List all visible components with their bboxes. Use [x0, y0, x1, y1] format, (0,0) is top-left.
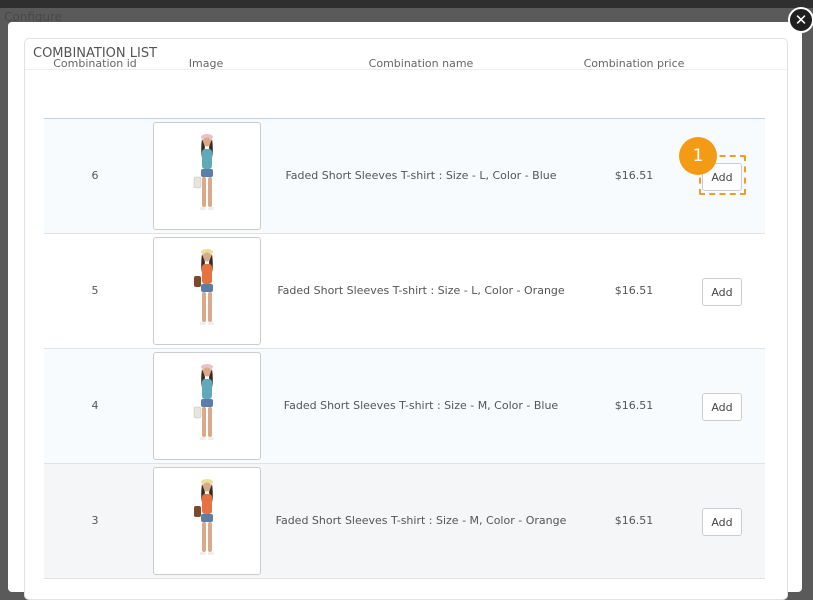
combination-price: $16.51	[614, 169, 654, 182]
step-badge: 1	[679, 137, 717, 175]
column-header-id: Combination id	[53, 57, 137, 70]
table-row: 6 Faded Short Sleeves T-shirt : Size - L…	[44, 119, 765, 234]
background-top-bar	[0, 0, 813, 8]
model-photo-icon	[193, 364, 214, 440]
product-image	[153, 352, 261, 460]
close-icon[interactable]: ✕	[788, 7, 813, 33]
combination-name: Faded Short Sleeves T-shirt : Size - L, …	[277, 284, 565, 297]
column-header-image: Image	[188, 57, 224, 70]
combination-id: 5	[91, 284, 99, 297]
add-button[interactable]: Add	[702, 508, 742, 536]
combination-name: Faded Short Sleeves T-shirt : Size - M, …	[283, 399, 559, 412]
combination-id: 4	[91, 399, 99, 412]
model-photo-icon	[194, 479, 214, 555]
combination-price: $16.51	[614, 399, 654, 412]
combination-price: $16.51	[614, 514, 654, 527]
combination-name: Faded Short Sleeves T-shirt : Size - M, …	[275, 514, 567, 527]
column-header-price: Combination price	[583, 57, 685, 70]
product-image	[153, 237, 261, 345]
product-image	[153, 467, 261, 575]
combination-id: 6	[91, 169, 99, 182]
table-row: 4 Faded Short Sleeves T-shirt : Size - M…	[44, 349, 765, 464]
combination-price: $16.51	[614, 284, 654, 297]
product-image	[153, 122, 261, 230]
add-button[interactable]: Add	[702, 393, 742, 421]
combination-name: Faded Short Sleeves T-shirt : Size - L, …	[285, 169, 557, 182]
model-photo-icon	[194, 249, 214, 325]
table-row: 3 Faded Short Sleeves T-shirt : Size - M…	[44, 464, 765, 579]
combination-id: 3	[91, 514, 99, 527]
table-row: 5 Faded Short Sleeves T-shirt : Size - L…	[44, 234, 765, 349]
model-photo-icon	[193, 134, 214, 210]
column-header-name: Combination name	[368, 57, 474, 70]
add-button[interactable]: Add	[702, 278, 742, 306]
